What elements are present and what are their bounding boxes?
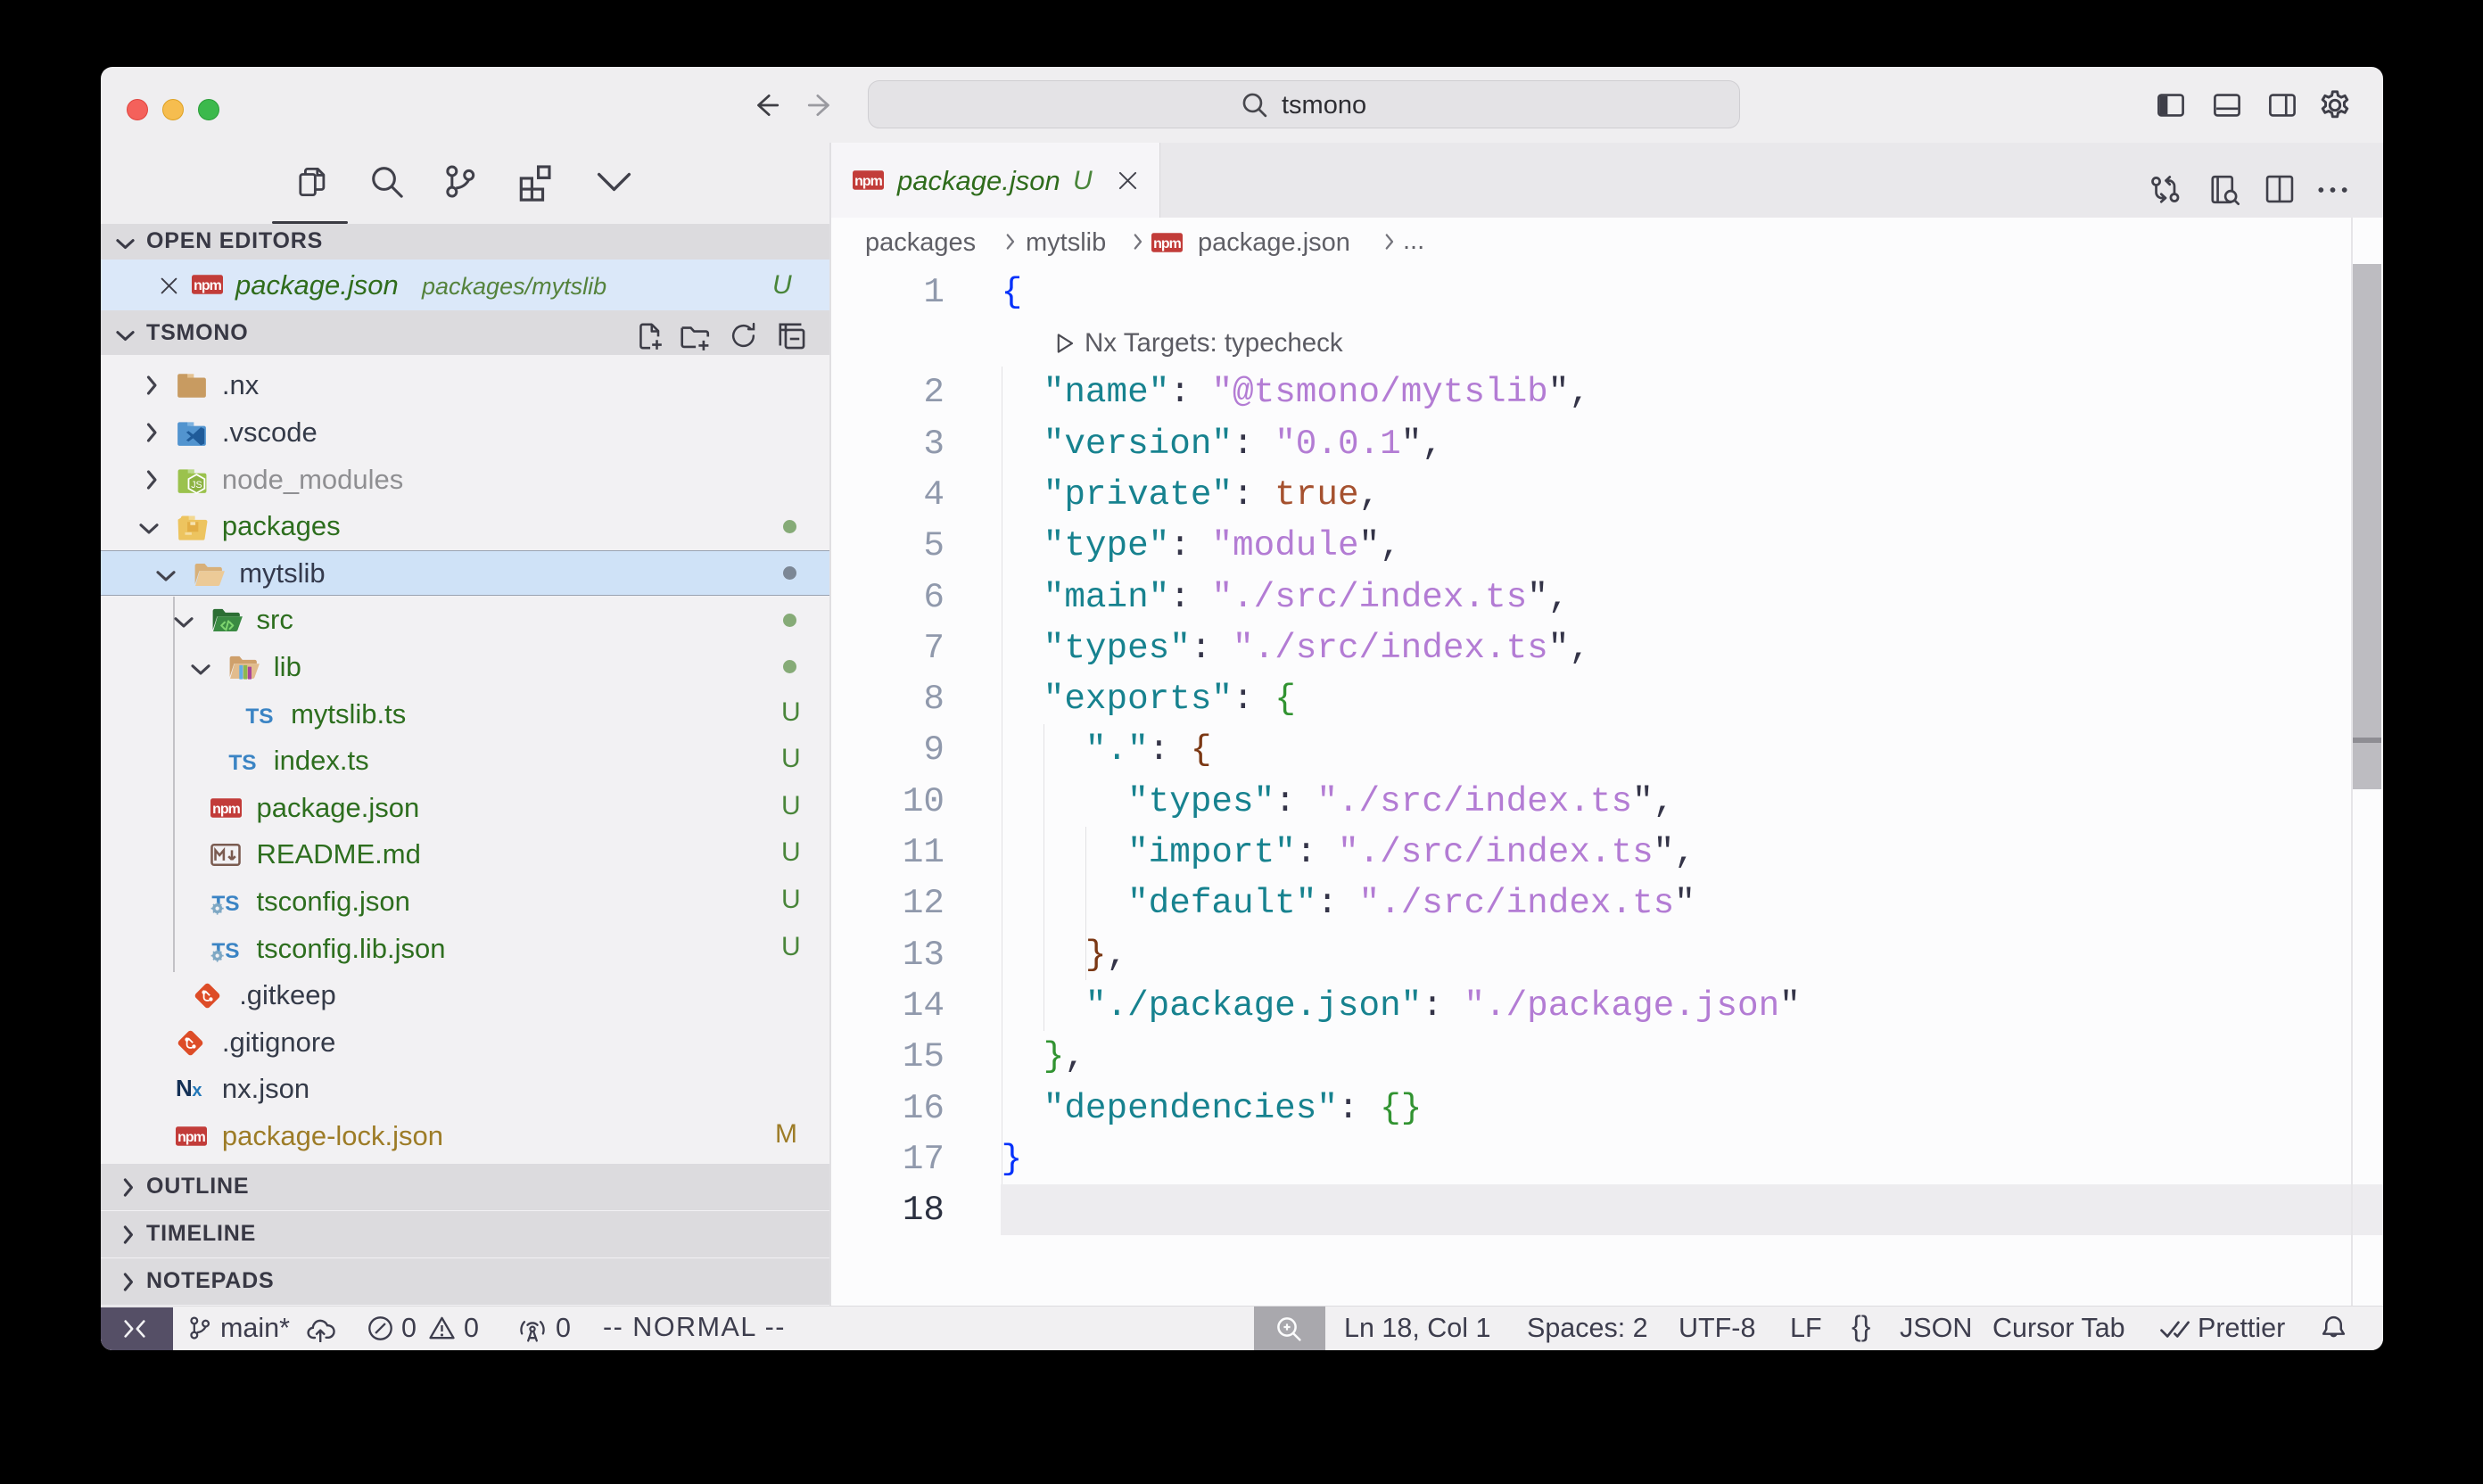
svg-text:npm: npm — [854, 174, 883, 189]
svg-text:npm: npm — [177, 1130, 206, 1145]
svg-text:x: x — [192, 1081, 202, 1101]
svg-text:TS: TS — [246, 704, 274, 728]
svg-text:TS: TS — [228, 751, 256, 775]
svg-text:JS: JS — [191, 479, 202, 490]
svg-text:N: N — [176, 1077, 193, 1101]
svg-text:npm: npm — [212, 802, 241, 817]
svg-text:npm: npm — [1153, 236, 1182, 251]
svg-text:npm: npm — [194, 278, 222, 293]
